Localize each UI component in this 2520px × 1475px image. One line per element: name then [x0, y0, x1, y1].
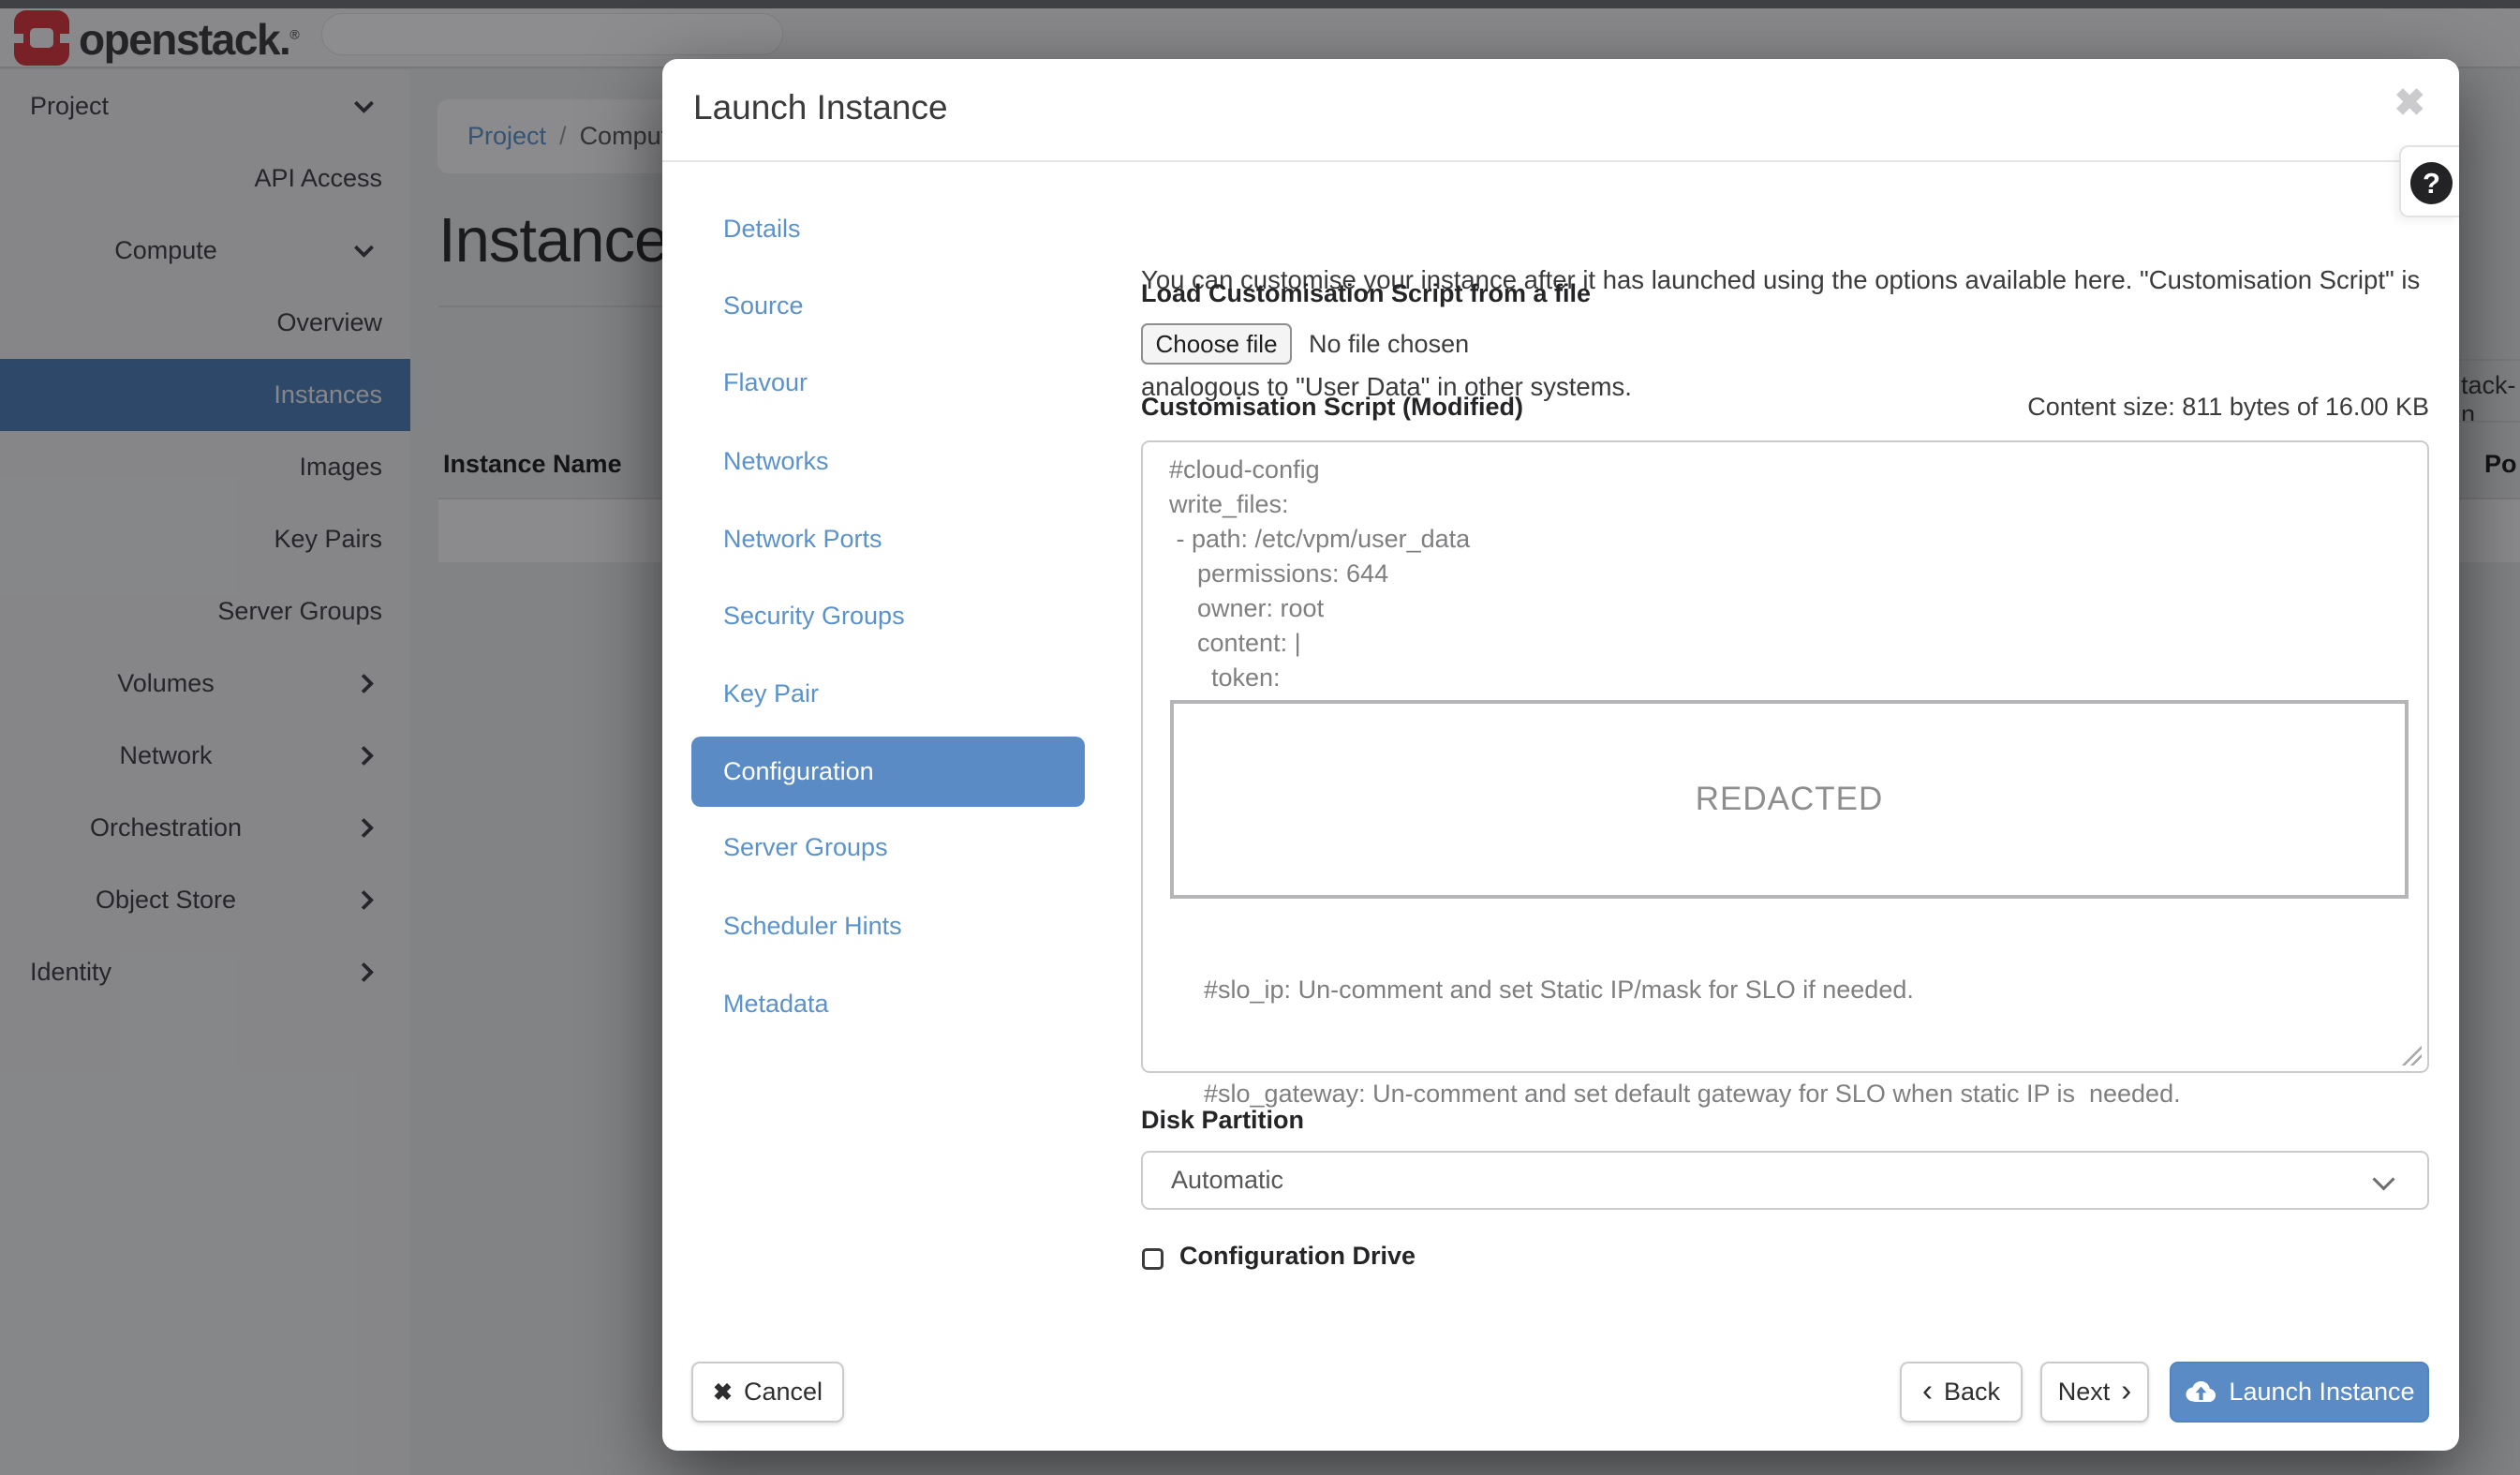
content-size-counter: Content size: 811 bytes of 16.00 KB	[2027, 393, 2429, 422]
script-line: - path: /etc/vpm/user_data	[1169, 522, 1470, 557]
disk-partition-select[interactable]: Automatic	[1141, 1151, 2429, 1210]
file-chosen-status: No file chosen	[1309, 323, 1469, 365]
step-network-ports[interactable]: Network Ports	[723, 519, 882, 559]
script-comment-lines: #slo_ip: Un-comment and set Static IP/ma…	[1204, 903, 2181, 1181]
openstack-horizon-screen: openstack.® Project API Access Compute O…	[0, 0, 2520, 1475]
configuration-step-content: You can customise your instance after it…	[1141, 59, 2429, 1451]
script-line: permissions: 644	[1169, 557, 1388, 591]
step-details[interactable]: Details	[723, 209, 801, 248]
step-server-groups[interactable]: Server Groups	[723, 827, 888, 867]
step-configuration-active[interactable]: Configuration	[691, 737, 1085, 807]
textarea-resize-handle[interactable]	[2401, 1045, 2422, 1065]
customisation-script-label: Customisation Script (Modified)	[1141, 393, 1523, 422]
cloud-upload-icon	[2184, 1380, 2217, 1405]
chevron-left-icon: ‹	[1922, 1375, 1933, 1406]
step-security-groups[interactable]: Security Groups	[723, 596, 905, 635]
script-line: #cloud-config	[1169, 453, 1320, 487]
choose-file-button[interactable]: Choose file	[1141, 323, 1292, 365]
x-icon: ✖	[713, 1378, 733, 1407]
step-key-pair[interactable]: Key Pair	[723, 674, 819, 713]
script-line: content: |	[1169, 626, 1301, 661]
script-line: write_files:	[1169, 487, 1289, 522]
launch-instance-modal: Launch Instance ✖ ? Details Source Flavo…	[662, 59, 2459, 1451]
launch-instance-button[interactable]: Launch Instance	[2170, 1362, 2429, 1423]
load-script-label: Load Customisation Script from a file	[1141, 279, 1591, 308]
step-scheduler-hints[interactable]: Scheduler Hints	[723, 906, 902, 946]
disk-partition-value: Automatic	[1171, 1153, 1283, 1208]
cancel-button[interactable]: ✖ Cancel	[691, 1362, 844, 1423]
step-networks[interactable]: Networks	[723, 441, 829, 481]
redacted-label: REDACTED	[1696, 781, 1884, 818]
chevron-right-icon: ›	[2121, 1375, 2131, 1406]
script-line: owner: root	[1169, 591, 1324, 626]
step-source[interactable]: Source	[723, 286, 804, 325]
customisation-script-textarea[interactable]: #cloud-config write_files: - path: /etc/…	[1141, 440, 2429, 1073]
back-button[interactable]: ‹ Back	[1900, 1362, 2023, 1423]
step-flavour[interactable]: Flavour	[723, 363, 808, 402]
chevron-down-icon	[2372, 1168, 2394, 1190]
next-button[interactable]: Next ›	[2040, 1362, 2149, 1423]
step-metadata[interactable]: Metadata	[723, 984, 829, 1023]
configuration-drive-checkbox[interactable]	[1142, 1248, 1164, 1270]
script-line: token:	[1169, 661, 1281, 695]
redacted-overlay: REDACTED	[1170, 700, 2409, 899]
modal-title: Launch Instance	[693, 88, 948, 127]
configuration-drive-label: Configuration Drive	[1179, 1242, 1416, 1271]
disk-partition-label: Disk Partition	[1141, 1106, 1304, 1135]
